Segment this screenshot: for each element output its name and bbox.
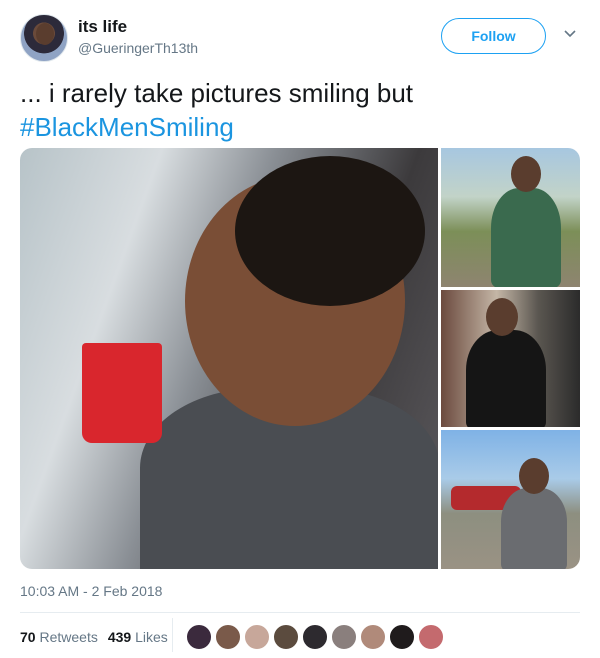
user-handle[interactable]: @GueringerTh13th [78,38,198,58]
retweets-stat[interactable]: 70 Retweets [20,629,98,645]
display-name[interactable]: its life [78,16,198,38]
liker-avatar[interactable] [418,624,444,650]
avatar-face [36,23,54,45]
liker-avatar[interactable] [331,624,357,650]
follow-button[interactable]: Follow [441,18,546,54]
likes-label: Likes [135,629,168,645]
tweet-timestamp[interactable]: 10:03 AM - 2 Feb 2018 [20,583,162,599]
liker-avatar[interactable] [186,624,212,650]
liker-avatar[interactable] [244,624,270,650]
liker-avatar[interactable] [273,624,299,650]
figure-body [501,488,567,569]
user-names[interactable]: its life @GueringerTh13th [78,16,198,58]
figure-head [511,156,541,192]
divider-top [20,612,580,613]
stats-separator [172,618,173,652]
figure-body [491,188,561,287]
liker-avatar[interactable] [215,624,241,650]
tweet-header: its life @GueringerTh13th Follow [20,14,580,64]
tweet-text: ... i rarely take pictures smiling but #… [20,76,580,144]
figure-head [519,458,549,494]
hair-shape [235,156,425,306]
tweet-stats: 70 Retweets 439 Likes [20,625,178,649]
figure-head [486,298,518,336]
chevron-down-icon[interactable] [560,24,580,44]
liker-avatars [186,624,447,650]
photo-bottom-right[interactable] [441,430,580,569]
red-cup [82,343,162,443]
liker-avatar[interactable] [360,624,386,650]
likes-count: 439 [107,629,132,645]
photo-top-right[interactable] [441,148,580,287]
avatar[interactable] [20,14,68,62]
photo-middle-right[interactable] [441,290,580,427]
media-grid [20,148,580,569]
retweets-count: 70 [20,629,36,645]
retweets-label: Retweets [39,629,98,645]
hashtag-link[interactable]: #BlackMenSmiling [20,112,234,142]
liker-avatar[interactable] [302,624,328,650]
likes-stat[interactable]: 439 Likes [108,629,168,645]
tweet-body: ... i rarely take pictures smiling but [20,78,414,108]
liker-avatar[interactable] [389,624,415,650]
figure-body [466,330,546,427]
photo-main[interactable] [20,148,438,569]
